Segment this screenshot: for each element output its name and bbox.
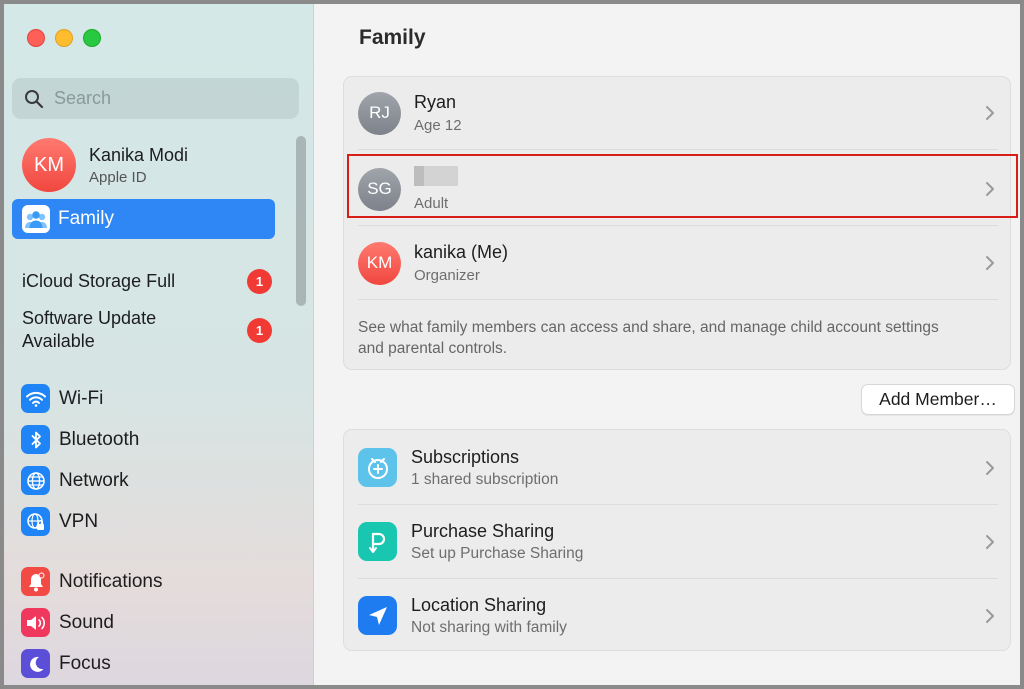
sidebar-item-focus[interactable]: Focus <box>21 649 111 678</box>
sidebar-item-label: Focus <box>59 652 111 674</box>
sidebar-item-label: VPN <box>59 510 99 532</box>
member-name-redacted <box>414 166 458 191</box>
feature-title: Location Sharing <box>411 594 547 615</box>
subscriptions-icon <box>358 448 397 487</box>
avatar: KM <box>358 241 401 285</box>
add-member-button[interactable]: Add Member… <box>861 384 1015 415</box>
feature-subtitle: Not sharing with family <box>411 618 567 636</box>
divider <box>358 149 998 150</box>
bluetooth-icon <box>21 425 50 454</box>
wifi-icon <box>21 384 50 413</box>
member-row-kanika[interactable]: KM kanika (Me) Organizer <box>358 227 998 299</box>
redacted-name-block <box>414 166 458 186</box>
globe-icon <box>21 466 50 495</box>
search-input[interactable] <box>54 88 274 109</box>
chevron-right-icon <box>986 182 994 196</box>
feature-subtitle: 1 shared subscription <box>411 470 559 488</box>
close-window-button[interactable] <box>27 29 45 47</box>
minimize-window-button[interactable] <box>55 29 73 47</box>
sidebar-item-bluetooth[interactable]: Bluetooth <box>21 425 139 454</box>
sidebar-item-label: Sound <box>59 611 114 633</box>
moon-icon <box>21 649 50 678</box>
account-name: Kanika Modi <box>89 144 189 165</box>
zoom-window-button[interactable] <box>83 29 101 47</box>
sidebar-item-label: Family <box>58 208 114 229</box>
sidebar-item-label: Network <box>59 469 129 491</box>
search-field[interactable] <box>12 78 299 119</box>
bell-icon <box>21 567 50 596</box>
sidebar-item-vpn[interactable]: VPN <box>21 507 98 536</box>
vpn-icon <box>21 507 50 536</box>
sidebar-item-label: Wi-Fi <box>59 387 104 409</box>
page-title: Family <box>359 26 426 49</box>
chevron-right-icon <box>986 608 994 623</box>
family-description: See what family members can access and s… <box>358 319 939 357</box>
sidebar-item-label: Bluetooth <box>59 428 140 450</box>
divider <box>358 225 998 226</box>
alert-label: Software Update Available <box>22 308 157 351</box>
member-detail: Organizer <box>414 267 480 284</box>
sidebar-item-sound[interactable]: Sound <box>21 608 114 637</box>
avatar: KM <box>22 138 76 192</box>
sidebar-scrollbar[interactable] <box>296 136 306 306</box>
sidebar: KM Kanika Modi Apple ID Family iCloud <box>4 4 314 685</box>
sidebar-item-wifi[interactable]: Wi-Fi <box>21 384 103 413</box>
member-detail: Adult <box>414 195 449 212</box>
window-controls <box>27 29 101 47</box>
alert-label: iCloud Storage Full <box>22 271 176 291</box>
family-members-card: RJ Ryan Age 12 SG Adult KM kanika (Me) O… <box>343 76 1011 370</box>
location-arrow-icon <box>358 596 397 635</box>
feature-title: Subscriptions <box>411 446 520 467</box>
system-settings-window: KM Kanika Modi Apple ID Family iCloud <box>0 0 1024 689</box>
notification-badge: 1 <box>247 317 272 343</box>
member-name: Ryan <box>414 92 457 112</box>
chevron-right-icon <box>986 106 994 120</box>
avatar: RJ <box>358 91 401 135</box>
chevron-right-icon <box>986 256 994 270</box>
sidebar-item-family[interactable]: Family <box>12 199 275 239</box>
sidebar-item-software-update[interactable]: Software Update Available 1 <box>22 307 272 353</box>
purchase-sharing-icon <box>358 522 397 561</box>
member-name: kanika (Me) <box>414 242 509 262</box>
divider <box>358 299 998 300</box>
sidebar-item-label: Notifications <box>59 570 163 592</box>
sidebar-item-network[interactable]: Network <box>21 466 129 495</box>
feature-row-subscriptions[interactable]: Subscriptions 1 shared subscription <box>358 431 998 504</box>
search-icon <box>25 89 44 108</box>
chevron-right-icon <box>986 534 994 549</box>
feature-row-purchase-sharing[interactable]: Purchase Sharing Set up Purchase Sharing <box>358 505 998 578</box>
notification-badge: 1 <box>247 269 272 294</box>
sidebar-item-icloud-storage[interactable]: iCloud Storage Full 1 <box>22 269 272 294</box>
speaker-icon <box>21 608 50 637</box>
avatar: SG <box>358 167 401 211</box>
member-detail: Age 12 <box>414 117 462 134</box>
account-subtitle: Apple ID <box>89 168 147 186</box>
chevron-right-icon <box>986 460 994 475</box>
main-pane: Family RJ Ryan Age 12 SG Adult KM kanika… <box>315 4 1020 685</box>
sidebar-item-notifications[interactable]: Notifications <box>21 567 163 596</box>
family-icon <box>22 205 50 233</box>
family-features-card: Subscriptions 1 shared subscription Purc… <box>343 429 1011 651</box>
feature-subtitle: Set up Purchase Sharing <box>411 544 584 562</box>
apple-id-account[interactable]: KM Kanika Modi Apple ID <box>22 138 188 192</box>
member-row-sg[interactable]: SG Adult <box>358 153 998 225</box>
member-row-ryan[interactable]: RJ Ryan Age 12 <box>358 77 998 149</box>
feature-title: Purchase Sharing <box>411 520 555 541</box>
feature-row-location-sharing[interactable]: Location Sharing Not sharing with family <box>358 579 998 652</box>
